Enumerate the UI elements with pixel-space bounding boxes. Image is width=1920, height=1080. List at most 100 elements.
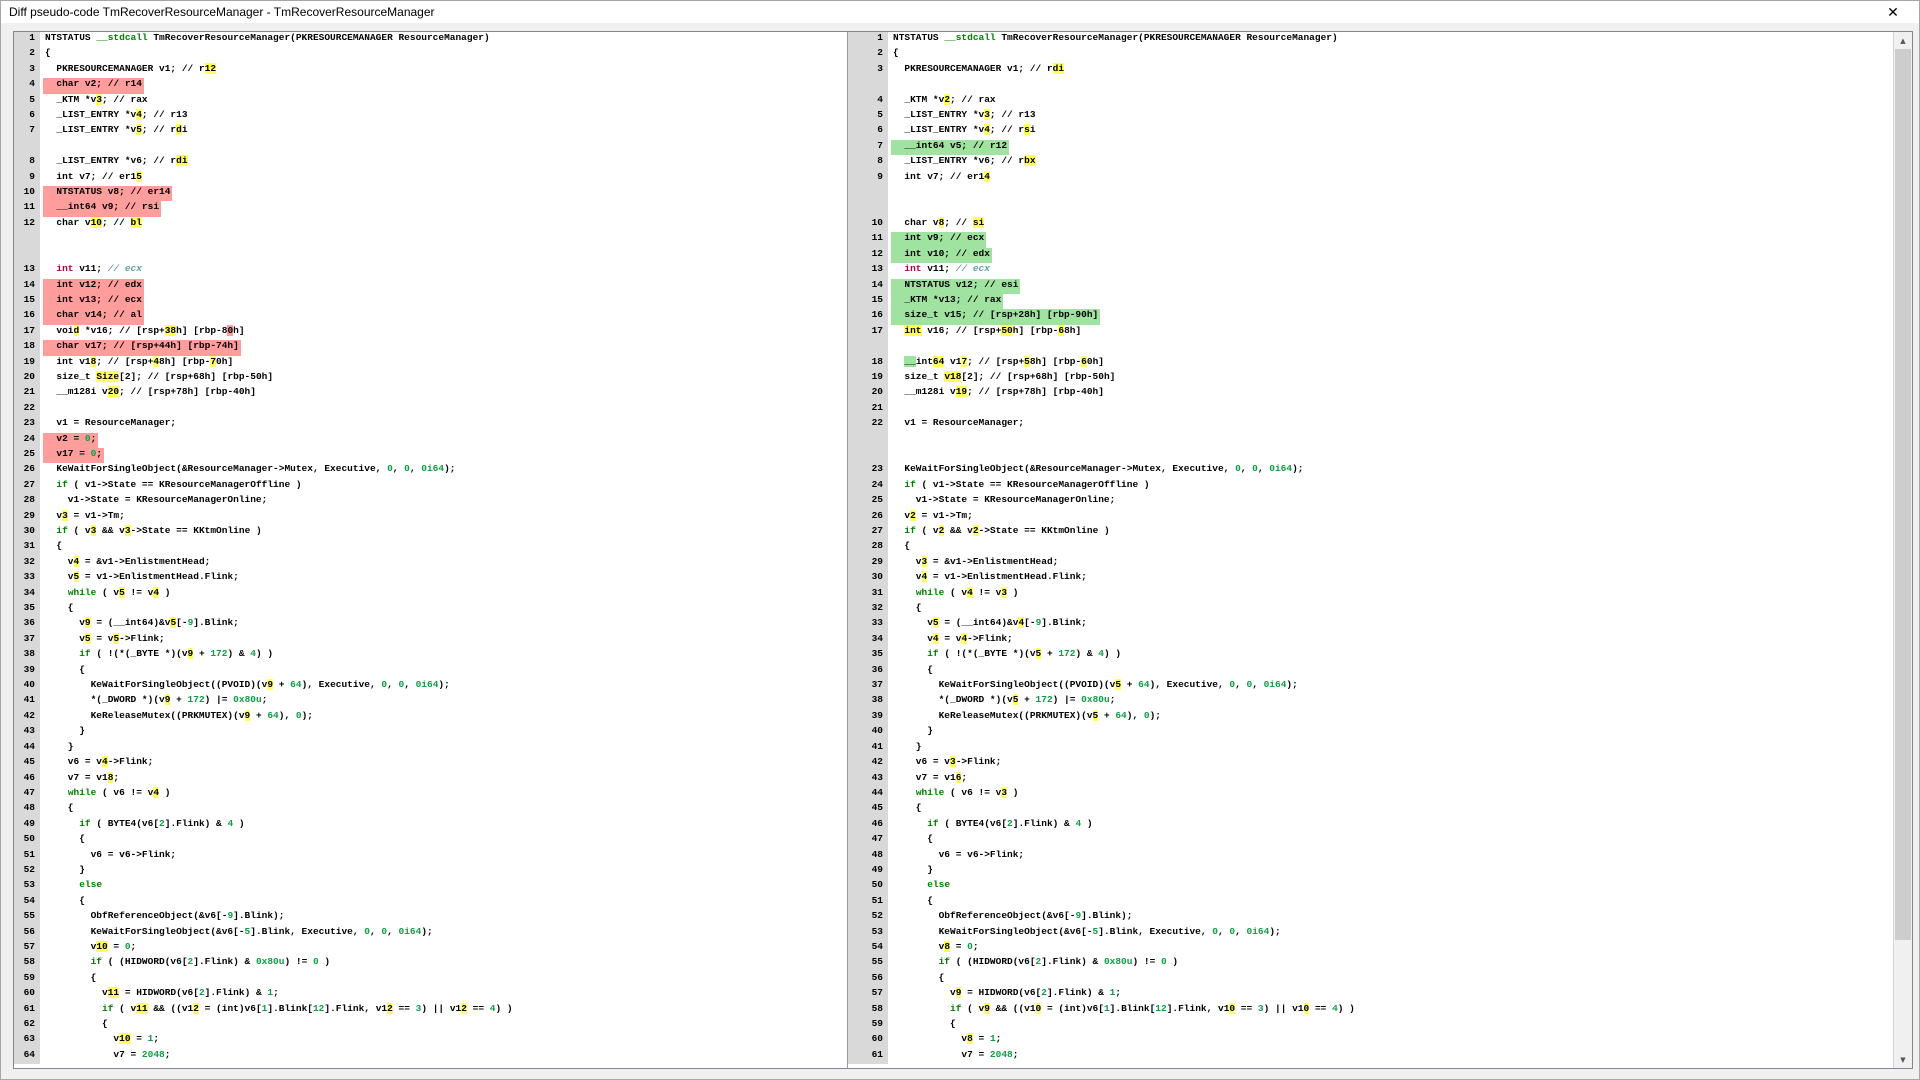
line-number	[14, 140, 40, 155]
line-number: 20	[14, 371, 40, 386]
code-text: if ( (HIDWORD(v6[2].Flink) & 0x80u) != 0…	[891, 956, 1180, 971]
code-line: 7 __int64 v5; // r12	[848, 140, 1893, 155]
code-line: 17 int v16; // [rsp+50h] [rbp-68h]	[848, 325, 1893, 340]
code-line: 5 _LIST_ENTRY *v3; // r13	[848, 109, 1893, 124]
code-line: 10 char v8; // si	[848, 217, 1893, 232]
code-text: {	[43, 1018, 110, 1033]
line-number	[848, 201, 888, 216]
code-line: 59 {	[848, 1018, 1893, 1033]
code-line: 32 {	[848, 602, 1893, 617]
code-line: 2{	[848, 47, 1893, 62]
line-number: 3	[14, 63, 40, 78]
line-number	[848, 448, 888, 463]
code-text: if ( !(*(_BYTE *)(v9 + 172) & 4) )	[43, 648, 275, 663]
line-number	[848, 433, 888, 448]
code-text: char v2; // r14	[43, 78, 144, 93]
line-number: 10	[14, 186, 40, 201]
code-text: }	[891, 741, 924, 756]
left-code-pane[interactable]: 1NTSTATUS __stdcall TmRecoverResourceMan…	[14, 32, 848, 1068]
code-line: 9 int v7; // er14	[848, 171, 1893, 186]
line-number: 46	[14, 772, 40, 787]
line-number: 23	[848, 463, 888, 478]
line-number: 29	[14, 510, 40, 525]
code-line: 26 v2 = v1->Tm;	[848, 510, 1893, 525]
code-line: 25 v17 = 0;	[14, 448, 847, 463]
line-number: 10	[848, 217, 888, 232]
code-line: 25 v1->State = KResourceManagerOnline;	[848, 494, 1893, 509]
code-text: while ( v4 != v3 )	[891, 587, 1020, 602]
line-number: 37	[14, 633, 40, 648]
line-number: 41	[848, 741, 888, 756]
code-text: int v10; // edx	[891, 248, 992, 263]
code-text: v5 = v5->Flink;	[43, 633, 167, 648]
line-number: 32	[848, 602, 888, 617]
code-line: 36 {	[848, 664, 1893, 679]
line-number: 28	[14, 494, 40, 509]
line-number: 11	[848, 232, 888, 247]
code-text: size_t v15; // [rsp+28h] [rbp-90h]	[891, 309, 1100, 324]
line-number: 49	[14, 818, 40, 833]
code-text: while ( v6 != v3 )	[891, 787, 1020, 802]
line-number: 25	[848, 494, 888, 509]
line-number: 21	[848, 402, 888, 417]
code-text: _LIST_ENTRY *v6; // rdi	[43, 155, 190, 170]
code-line: 21	[848, 402, 1893, 417]
vertical-scrollbar[interactable]: ▲ ▼	[1893, 32, 1912, 1068]
line-number: 41	[14, 694, 40, 709]
line-number: 1	[14, 32, 40, 47]
scroll-thumb[interactable]	[1895, 49, 1911, 940]
code-text: KeWaitForSingleObject(&v6[-5].Blink, Exe…	[43, 926, 435, 941]
line-number: 33	[14, 571, 40, 586]
line-number: 3	[848, 63, 888, 78]
code-text: KeWaitForSingleObject((PVOID)(v5 + 64), …	[891, 679, 1300, 694]
code-text	[891, 201, 895, 216]
code-line: 53 KeWaitForSingleObject(&v6[-5].Blink, …	[848, 926, 1893, 941]
code-text: __m128i v20; // [rsp+78h] [rbp-40h]	[43, 386, 258, 401]
line-number: 22	[14, 402, 40, 417]
code-line: 39 {	[14, 664, 847, 679]
scroll-down-button[interactable]: ▼	[1894, 1051, 1912, 1068]
scroll-up-button[interactable]: ▲	[1894, 32, 1912, 49]
line-number: 39	[14, 664, 40, 679]
line-number: 23	[14, 417, 40, 432]
code-text: {	[43, 47, 53, 62]
code-line: 20 __m128i v19; // [rsp+78h] [rbp-40h]	[848, 386, 1893, 401]
line-number: 47	[14, 787, 40, 802]
line-number: 17	[14, 325, 40, 340]
code-line: 21 __m128i v20; // [rsp+78h] [rbp-40h]	[14, 386, 847, 401]
code-line: 51 {	[848, 895, 1893, 910]
line-number: 47	[848, 833, 888, 848]
close-button[interactable]: ✕	[1879, 1, 1907, 23]
line-number: 54	[848, 941, 888, 956]
code-text	[891, 433, 895, 448]
code-line: 5 _KTM *v3; // rax	[14, 94, 847, 109]
code-text: __m128i v19; // [rsp+78h] [rbp-40h]	[891, 386, 1106, 401]
line-number: 21	[14, 386, 40, 401]
code-text	[891, 186, 895, 201]
code-line: 35 if ( !(*(_BYTE *)(v5 + 172) & 4) )	[848, 648, 1893, 663]
right-code-pane[interactable]: 1NTSTATUS __stdcall TmRecoverResourceMan…	[848, 32, 1893, 1068]
code-line: 19 int v18; // [rsp+48h] [rbp-70h]	[14, 356, 847, 371]
code-line: 9 int v7; // er15	[14, 171, 847, 186]
code-text: KeReleaseMutex((PRKMUTEX)(v9 + 64), 0);	[43, 710, 315, 725]
code-line	[848, 433, 1893, 448]
line-number: 43	[848, 772, 888, 787]
code-text: if ( v2 && v2->State == KKtmOnline )	[891, 525, 1112, 540]
code-text: v8 = 1;	[891, 1033, 1003, 1048]
title-bar: Diff pseudo-code TmRecoverResourceManage…	[1, 1, 1919, 23]
code-text: KeWaitForSingleObject(&v6[-5].Blink, Exe…	[891, 926, 1283, 941]
code-line: 15 int v13; // ecx	[14, 294, 847, 309]
code-text: {	[43, 802, 76, 817]
code-text: }	[891, 725, 935, 740]
code-text: __int64 v9; // rsi	[43, 201, 161, 216]
code-line: 29 v3 = &v1->EnlistmentHead;	[848, 556, 1893, 571]
code-line	[848, 186, 1893, 201]
code-line	[848, 78, 1893, 93]
line-number: 30	[848, 571, 888, 586]
code-line: 2{	[14, 47, 847, 62]
code-text: v6 = v3->Flink;	[891, 756, 1003, 771]
code-line: 1NTSTATUS __stdcall TmRecoverResourceMan…	[14, 32, 847, 47]
code-line: 18 char v17; // [rsp+44h] [rbp-74h]	[14, 340, 847, 355]
code-text	[891, 340, 895, 355]
code-line: 19 size_t v18[2]; // [rsp+68h] [rbp-50h]	[848, 371, 1893, 386]
